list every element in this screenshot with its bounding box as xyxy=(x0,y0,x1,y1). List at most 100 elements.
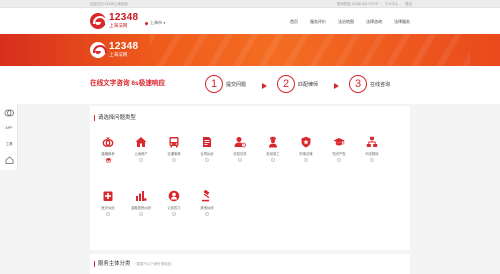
user-center-link[interactable]: 个人中心 xyxy=(385,2,399,6)
step-label: 匹配律师 xyxy=(298,81,319,88)
shield-icon xyxy=(300,136,312,148)
category-civil-rights[interactable]: 公民权力 xyxy=(161,190,187,226)
bus-icon xyxy=(168,136,180,148)
step-number: 3 xyxy=(349,75,367,93)
category-contract[interactable]: 合同纠纷 xyxy=(194,136,220,172)
debt-icon: ! xyxy=(234,136,246,148)
category-medical[interactable]: 医疗纠纷 xyxy=(95,190,121,226)
step-2: 2 匹配律师 xyxy=(277,75,318,93)
problem-type-title: 请选择问题类型 xyxy=(94,115,136,121)
logout-link[interactable]: 退出 xyxy=(405,2,412,6)
category-label: 土地房产 xyxy=(134,152,148,156)
category-other[interactable]: 其他纠纷 xyxy=(194,190,220,226)
category-traffic[interactable]: 交通事故 xyxy=(161,136,187,172)
city-label: 上海市 xyxy=(150,20,162,25)
radio-dot xyxy=(304,158,308,162)
rings-icon xyxy=(102,136,114,148)
sidebar-app[interactable]: APP xyxy=(0,126,18,130)
chart-bars-icon xyxy=(135,190,147,202)
banner-logo-number: 12348 xyxy=(109,41,139,53)
category-finance[interactable]: 金融投资纠纷 xyxy=(128,190,154,226)
check-icon xyxy=(105,158,111,163)
step-label: 在线咨询 xyxy=(370,81,391,88)
logo-emblem-icon xyxy=(90,13,107,29)
banner-logo: 12348 上海法网 xyxy=(90,40,138,60)
category-label: 劳动用工 xyxy=(266,152,280,156)
service-subject-title: 服务主体分类 （若属于以下身份请勾选） xyxy=(94,261,174,267)
category-marriage[interactable]: 婚姻继承 xyxy=(95,136,121,172)
category-criminal[interactable]: 刑事法律 xyxy=(293,136,319,172)
category-ip[interactable]: 知识产权 xyxy=(326,136,352,172)
problem-type-card: 请选择问题类型 婚姻继承 土地房产 交通事故 合同纠纷 ! 债权债务 劳动用工 … xyxy=(90,106,410,250)
site-logo[interactable]: 12348 上海法网 xyxy=(90,11,138,31)
chat-icon[interactable] xyxy=(0,109,18,118)
location-pin-icon xyxy=(144,20,149,26)
step-3: 3 在线咨询 xyxy=(349,75,390,93)
chevron-down-icon: ▼ xyxy=(163,21,166,25)
category-label: 知识产权 xyxy=(332,152,346,156)
logo-number: 12348 xyxy=(109,12,139,24)
service-title-text: 服务主体分类 xyxy=(98,261,131,267)
step-1: 1 提交问题 xyxy=(205,75,246,93)
category-label: 医疗纠纷 xyxy=(101,206,115,210)
top-right-links: 咨询热线 12348 021 47279 个人中心 退出 xyxy=(331,1,412,6)
step-number: 1 xyxy=(205,75,223,93)
main-nav: 首页 服务评价 法治地图 法律咨询 法律服务 xyxy=(278,19,410,25)
radio-dot xyxy=(370,158,374,162)
medical-icon xyxy=(102,190,114,202)
house-icon xyxy=(135,136,147,148)
step-number: 2 xyxy=(277,75,295,93)
graduation-cap-icon xyxy=(333,136,345,148)
banner-emblem-icon xyxy=(90,42,107,58)
arrow-right-icon xyxy=(262,83,267,89)
radio-dot xyxy=(271,158,275,162)
service-subject-card: 服务主体分类 （若属于以下身份请勾选） xyxy=(90,254,410,274)
radio-dot xyxy=(172,158,176,162)
category-label: 司法程序 xyxy=(365,152,379,156)
category-label: 其他纠纷 xyxy=(200,206,214,210)
category-judicial[interactable]: 司法程序 xyxy=(359,136,385,172)
radio-dot xyxy=(238,158,242,162)
nav-law-map[interactable]: 法治地图 xyxy=(338,19,354,25)
process-steps: 在线文字咨询 6s极速响应 1 提交问题 2 匹配律师 3 在线咨询 xyxy=(0,66,500,104)
steps-headline: 在线文字咨询 6s极速响应 xyxy=(90,80,166,87)
top-bar: 欢迎访问 12348上海法网 咨询热线 12348 021 47279 个人中心… xyxy=(0,0,500,8)
city-selector[interactable]: 上海市 ▼ xyxy=(144,20,166,26)
sidebar-tools[interactable]: 工具 xyxy=(0,142,18,147)
nav-evaluation[interactable]: 服务评价 xyxy=(310,19,326,25)
service-hint: （若属于以下身份请勾选） xyxy=(133,262,175,266)
contract-icon xyxy=(201,136,213,148)
home-icon[interactable] xyxy=(0,156,18,165)
step-label: 提交问题 xyxy=(226,81,247,88)
radio-dot xyxy=(172,212,176,216)
nav-services[interactable]: 法律服务 xyxy=(394,19,410,25)
category-label: 债权债务 xyxy=(233,152,247,156)
category-debt[interactable]: ! 债权债务 xyxy=(227,136,253,172)
category-label: 交通事故 xyxy=(167,152,181,156)
radio-dot xyxy=(139,212,143,216)
category-labor[interactable]: 劳动用工 xyxy=(260,136,286,172)
worker-icon xyxy=(267,136,279,148)
svg-text:!: ! xyxy=(243,143,244,147)
radio-dot xyxy=(205,158,209,162)
hero-banner: 12348 上海法网 xyxy=(0,34,500,66)
site-header: 12348 上海法网 上海市 ▼ 首页 服务评价 法治地图 法律咨询 法律服务 xyxy=(0,8,500,34)
hierarchy-icon xyxy=(366,136,378,148)
radio-dot xyxy=(139,158,143,162)
welcome-text: 欢迎访问 12348上海法网 xyxy=(90,2,128,6)
arrow-right-icon xyxy=(334,83,339,89)
category-label: 金融投资纠纷 xyxy=(131,206,151,210)
radio-dot xyxy=(205,212,209,216)
nav-consult[interactable]: 法律咨询 xyxy=(366,19,382,25)
category-label: 婚姻继承 xyxy=(101,152,115,156)
banner-logo-name: 上海法网 xyxy=(109,52,128,58)
category-label: 刑事法律 xyxy=(299,152,313,156)
gavel-icon xyxy=(201,190,213,202)
hotline-text: 咨询热线 12348 021 47279 xyxy=(336,2,378,6)
category-property[interactable]: 土地房产 xyxy=(128,136,154,172)
category-label: 合同纠纷 xyxy=(200,152,214,156)
radio-dot xyxy=(337,158,341,162)
nav-home[interactable]: 首页 xyxy=(290,19,298,25)
person-circle-icon xyxy=(168,190,180,202)
logo-name: 上海法网 xyxy=(109,23,128,29)
